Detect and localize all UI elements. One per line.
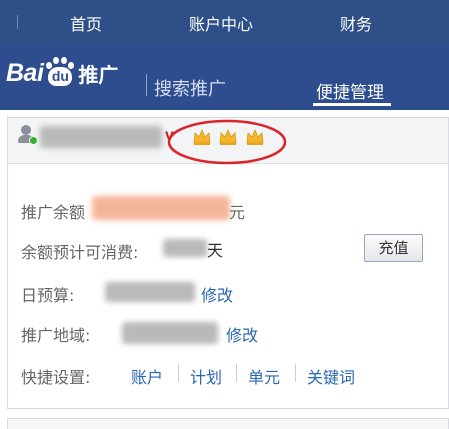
recharge-button[interactable]: 充值 [364, 234, 423, 262]
quick-settings-label: 快捷设置: [21, 368, 91, 387]
nav-home[interactable]: 首页 [70, 11, 102, 35]
edit-budget-link[interactable]: 修改 [201, 282, 233, 306]
top-nav: 首页 账户中心 财务 [0, 0, 449, 43]
logo-text-tuiguang: 推广 [78, 62, 119, 87]
brand-divider [146, 74, 147, 96]
days-unit: 天 [207, 241, 224, 260]
quick-link-unit[interactable]: 单元 [248, 364, 280, 388]
quick-link-divider [178, 364, 179, 382]
logo-text-bai: Bai [6, 58, 44, 87]
spend-estimate-label: 余额预计可消费: [21, 243, 139, 262]
next-panel-edge [7, 418, 449, 429]
redacted-days [163, 239, 207, 257]
redacted-balance [92, 196, 230, 220]
quick-link-plan[interactable]: 计划 [190, 364, 222, 388]
balance-label: 推广余额 [21, 203, 86, 222]
product-subtitle: 搜索推广 [154, 79, 226, 100]
highlight-circle [167, 119, 287, 165]
daily-budget-label: 日预算: [21, 286, 75, 305]
user-online-icon [18, 125, 38, 145]
nav-account-center[interactable]: 账户中心 [189, 11, 253, 35]
baidu-tuiguang-logo[interactable]: Bai du 推广 [6, 57, 118, 89]
online-status-dot [29, 136, 38, 145]
region-label: 推广地域: [21, 326, 91, 345]
quick-link-divider [236, 364, 237, 382]
redacted-budget [105, 282, 195, 302]
paw-icon: du [44, 57, 76, 89]
quick-link-keywords[interactable]: 关键词 [307, 364, 355, 388]
quick-link-divider [295, 364, 296, 382]
redacted-region [122, 322, 218, 344]
redacted-username [40, 126, 162, 148]
logo-text-du: du [48, 67, 73, 86]
nav-divider [17, 15, 18, 29]
nav-finance[interactable]: 财务 [340, 11, 372, 35]
active-tab-underline [313, 103, 391, 106]
edit-region-link[interactable]: 修改 [226, 322, 258, 346]
tab-quick-manage[interactable]: 便捷管理 [316, 78, 384, 103]
quick-link-account[interactable]: 账户 [131, 364, 163, 388]
balance-unit: 元 [229, 203, 246, 222]
